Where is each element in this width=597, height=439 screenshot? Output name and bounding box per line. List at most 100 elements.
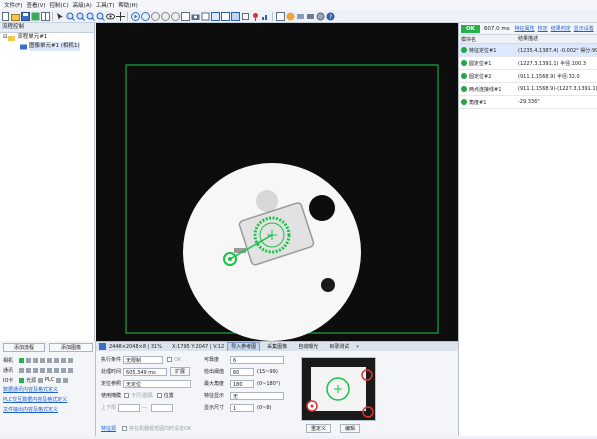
shape-checkbox[interactable] bbox=[124, 393, 130, 398]
palette-icon[interactable] bbox=[286, 12, 295, 21]
table-row[interactable]: 圆定位#2 (911.1,1568.9) 半径:32.0 bbox=[459, 70, 597, 83]
select-icon[interactable] bbox=[56, 12, 65, 21]
svg-text:?: ? bbox=[329, 14, 332, 21]
window-icon[interactable] bbox=[276, 11, 285, 21]
feature-display-select[interactable]: 无 bbox=[230, 391, 284, 400]
edit-button[interactable]: 编辑 bbox=[340, 424, 361, 433]
new-file-icon[interactable] bbox=[1, 11, 10, 21]
led-off bbox=[54, 367, 59, 373]
reliability-select[interactable]: 6 bbox=[230, 355, 284, 364]
settings-icon[interactable] bbox=[316, 12, 325, 21]
ref-row: 定位参照 无定位 bbox=[101, 379, 192, 388]
loop-icon[interactable] bbox=[171, 11, 180, 21]
feature-source-link[interactable]: 特征源 bbox=[101, 425, 116, 432]
results-panel: OK 607.0 ms 特征属性 校定 结果判定 显示设置 模块名 结果描述 特… bbox=[458, 23, 597, 436]
redefine-button[interactable]: 重定义 bbox=[306, 424, 332, 433]
directory-test-button[interactable]: 目录测试 bbox=[325, 342, 353, 352]
import-reference-button[interactable]: 导入参考图 bbox=[227, 341, 261, 352]
comm-icon[interactable] bbox=[296, 12, 305, 21]
led-off bbox=[68, 367, 73, 373]
display-size-field[interactable]: 1 bbox=[230, 403, 254, 412]
menu-tools[interactable]: 工具(T) bbox=[96, 1, 115, 9]
camera-icon[interactable] bbox=[191, 12, 200, 21]
threshold-range: (15~99) bbox=[257, 368, 278, 375]
threshold-field[interactable]: 60 bbox=[230, 367, 254, 376]
collapse-icon[interactable]: ⊟ bbox=[3, 33, 7, 42]
eye-icon[interactable] bbox=[106, 12, 115, 21]
step-icon[interactable] bbox=[161, 11, 170, 21]
comm-format-link[interactable]: 数据通讯内容及格式定义 bbox=[0, 385, 96, 395]
menu-file[interactable]: 文件(F) bbox=[4, 1, 22, 9]
region-icon[interactable] bbox=[241, 12, 250, 21]
tree-node-image[interactable]: 图像单元#1 (相机1) bbox=[0, 42, 94, 51]
process-time-field: 605.349 ms bbox=[123, 367, 168, 376]
image-viewer[interactable] bbox=[96, 23, 458, 341]
check-icon bbox=[461, 47, 467, 53]
expand-button[interactable]: 扩展 bbox=[170, 367, 191, 376]
led-on bbox=[19, 357, 24, 363]
green-image-icon[interactable] bbox=[31, 12, 40, 21]
run-once-icon[interactable] bbox=[141, 11, 150, 21]
fit-window-icon[interactable] bbox=[231, 11, 240, 21]
display-size-label: 显示尺寸 bbox=[204, 405, 225, 411]
add-image-button[interactable]: 添加图像 bbox=[49, 343, 93, 352]
crosshair-icon[interactable] bbox=[116, 11, 125, 21]
table-row[interactable]: 特征定位#1 (1235.4,1387.4) -0.002° 得分:99 bbox=[459, 44, 597, 57]
add-flow-button[interactable]: 添加流程 bbox=[3, 343, 45, 352]
grid-icon[interactable] bbox=[41, 11, 50, 21]
flow-tree-title: 流程控制 bbox=[0, 23, 94, 33]
plc-format-link[interactable]: PLC交互数据内容及格式定义 bbox=[0, 395, 96, 405]
position-checkbox[interactable] bbox=[156, 393, 162, 398]
ok-checkbox[interactable] bbox=[167, 357, 173, 362]
file-format-link[interactable]: 文件输出内容及格式定义 bbox=[0, 405, 96, 415]
tree-node-flow[interactable]: ⊟ 流程单元#1 bbox=[0, 33, 94, 42]
tag-icon[interactable] bbox=[201, 12, 210, 21]
table-row[interactable]: 两点连接线#1 (911.1,1568.9)-(1227.3,1391.1) bbox=[459, 83, 597, 96]
exec-condition-select[interactable]: 无限制 bbox=[123, 355, 164, 364]
link-calibrate[interactable]: 校定 bbox=[538, 25, 548, 32]
image-tool-icon[interactable] bbox=[181, 11, 190, 21]
zoom-in-icon[interactable] bbox=[66, 12, 75, 21]
save-icon[interactable] bbox=[21, 11, 30, 21]
open-folder-icon[interactable] bbox=[11, 12, 20, 21]
layout-icon[interactable] bbox=[221, 11, 230, 21]
play-icon[interactable] bbox=[131, 11, 140, 21]
capture-image-button[interactable]: 采集图像 bbox=[263, 342, 291, 352]
col-module: 模块名 bbox=[461, 36, 477, 43]
max-angle-field[interactable]: 180 bbox=[230, 379, 254, 388]
menu-view[interactable]: 查看(V) bbox=[26, 1, 45, 9]
link-feature-props[interactable]: 特征属性 bbox=[515, 25, 535, 32]
menu-advanced[interactable]: 高级(A) bbox=[73, 1, 92, 9]
link-display[interactable]: 显示设置 bbox=[574, 25, 594, 32]
time-label: 处理时间 bbox=[101, 369, 122, 375]
link-judge[interactable]: 结果判定 bbox=[551, 25, 571, 32]
zoom-fit-icon[interactable] bbox=[86, 12, 95, 21]
chart-icon[interactable] bbox=[261, 12, 270, 21]
upper-field[interactable] bbox=[151, 403, 174, 412]
io-icon[interactable] bbox=[306, 12, 315, 21]
max-angle-row: 最大角度 180 (0~180°) bbox=[204, 379, 280, 388]
selection-icon[interactable] bbox=[211, 11, 220, 21]
chevron-down-icon[interactable]: ▾ bbox=[356, 344, 359, 350]
row-name: 特征定位#1 bbox=[469, 47, 497, 54]
row-desc: (911.1,1568.9) 半径:32.0 bbox=[518, 73, 580, 80]
pin-icon[interactable] bbox=[251, 12, 260, 21]
auto-exposure-button[interactable]: 自动曝光 bbox=[294, 342, 322, 352]
in-range-checkbox[interactable] bbox=[122, 426, 128, 431]
ref-select[interactable]: 无定位 bbox=[123, 379, 192, 388]
limit-label: 上下限 bbox=[101, 405, 117, 411]
help-icon[interactable]: ? bbox=[326, 12, 335, 21]
table-row[interactable]: 圆定位#1 (1227.3,1391.1) 半径:100.3 bbox=[459, 57, 597, 70]
zoom-out-icon[interactable] bbox=[76, 12, 85, 21]
folder-icon bbox=[8, 35, 16, 41]
led-off bbox=[33, 357, 38, 363]
comm-label: 通讯 bbox=[3, 367, 14, 374]
menu-control[interactable]: 控制(C) bbox=[50, 1, 69, 9]
comm-status-row: 通讯 bbox=[0, 365, 96, 375]
stop-icon[interactable] bbox=[151, 11, 160, 21]
threshold-row: 检出阈值 60 (15~99) bbox=[204, 367, 278, 376]
lower-field[interactable] bbox=[118, 403, 141, 412]
menu-help[interactable]: 帮助(H) bbox=[118, 1, 137, 9]
table-row[interactable]: 角度#1 -29.336° bbox=[459, 96, 597, 109]
zoom-actual-icon[interactable] bbox=[96, 12, 105, 21]
